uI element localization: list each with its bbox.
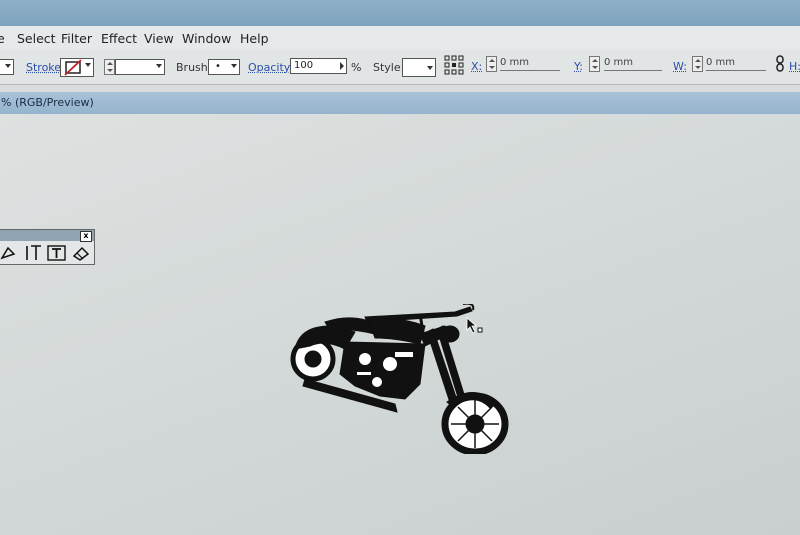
- brush-value: •: [215, 61, 221, 72]
- vertical-type-icon[interactable]: [24, 244, 42, 266]
- reference-point-icon[interactable]: [444, 55, 464, 77]
- pointer-cursor-icon: [466, 317, 483, 334]
- close-icon[interactable]: x: [80, 231, 92, 242]
- menu-edit[interactable]: e: [0, 31, 5, 46]
- stroke-weight-dropdown[interactable]: [115, 59, 165, 75]
- style-label: Style:: [373, 61, 405, 74]
- h-label[interactable]: H:: [789, 60, 800, 73]
- y-input[interactable]: 0 mm: [604, 56, 662, 71]
- menu-select[interactable]: Select: [17, 31, 56, 46]
- opacity-label[interactable]: Opacity:: [248, 61, 293, 74]
- menu-view[interactable]: View: [144, 31, 174, 46]
- x-label[interactable]: X:: [471, 60, 482, 73]
- w-label[interactable]: W:: [673, 60, 687, 73]
- no-stroke-icon: [64, 59, 82, 76]
- menu-bar: e Select Filter Effect View Window Help: [0, 26, 800, 50]
- control-bar: Stroke: Brush: • Opacity: 100 % Style: X…: [0, 50, 800, 85]
- w-input[interactable]: 0 mm: [706, 56, 766, 71]
- brush-dropdown[interactable]: •: [208, 59, 240, 75]
- menu-filter[interactable]: Filter: [61, 31, 92, 46]
- document-tab-title: % (RGB/Preview): [1, 96, 94, 109]
- fill-dropdown[interactable]: [0, 59, 14, 75]
- opacity-flyout-arrow-icon[interactable]: [340, 62, 344, 70]
- type-tool-panel: x: [0, 229, 95, 265]
- x-input[interactable]: 0 mm: [500, 56, 560, 71]
- pen-icon[interactable]: [0, 244, 16, 264]
- menu-help[interactable]: Help: [240, 31, 269, 46]
- style-dropdown[interactable]: [402, 58, 436, 77]
- tool-panel-header[interactable]: x: [0, 230, 94, 242]
- y-stepper[interactable]: [589, 56, 600, 72]
- document-tab[interactable]: % (RGB/Preview): [0, 92, 800, 114]
- link-constrain-icon[interactable]: [775, 55, 785, 73]
- y-label[interactable]: Y:: [574, 60, 583, 73]
- eraser-icon[interactable]: [72, 244, 90, 266]
- opacity-unit: %: [351, 61, 362, 74]
- artboard-canvas[interactable]: [0, 114, 800, 535]
- opacity-value: 100: [294, 60, 314, 71]
- brush-label: Brush:: [176, 61, 212, 74]
- w-stepper[interactable]: [692, 56, 703, 72]
- window-title-bar: [0, 0, 800, 26]
- opacity-input[interactable]: 100: [290, 58, 347, 74]
- area-type-icon[interactable]: [47, 244, 67, 266]
- menu-effect[interactable]: Effect: [101, 31, 137, 46]
- stroke-label[interactable]: Stroke:: [26, 61, 65, 74]
- stroke-weight-stepper[interactable]: [104, 59, 115, 75]
- menu-window[interactable]: Window: [182, 31, 231, 46]
- x-stepper[interactable]: [486, 56, 497, 72]
- stroke-swatch[interactable]: [60, 58, 94, 77]
